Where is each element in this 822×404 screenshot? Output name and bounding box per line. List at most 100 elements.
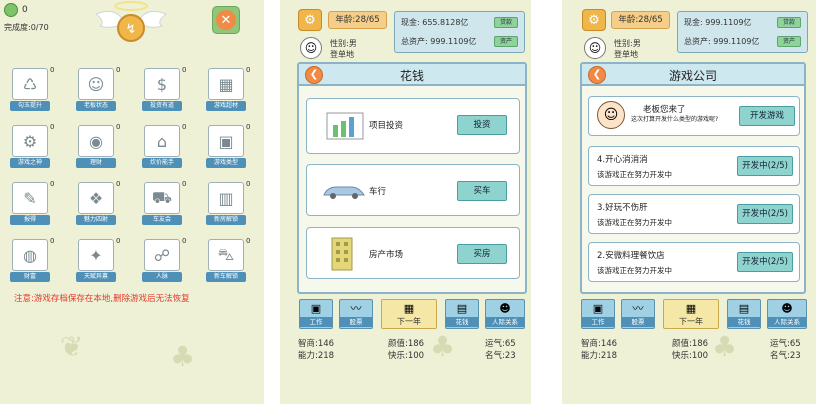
title-bar: ❮ 花钱 <box>299 64 525 86</box>
achievement-label: 游戏超材 <box>206 101 246 111</box>
gear-icon[interactable]: ⚙ <box>298 9 322 31</box>
nav-stocks[interactable]: 〰 股票 <box>339 299 373 329</box>
achievement-item[interactable]: ⚙ 0 游戏之神 <box>10 123 54 171</box>
achievement-item[interactable]: ⛍ 0 新车解锁 <box>206 237 250 285</box>
achievement-item[interactable]: $ 0 投资有道 <box>142 66 186 114</box>
achievement-label: 报得 <box>10 215 50 225</box>
money-box: 现金: 655.8128亿 贷款 总资产: 999.1109亿 资产 <box>394 11 525 53</box>
nav-spend[interactable]: ▤ 花钱 <box>727 299 761 329</box>
project-status: 该游戏正在努力开发中 <box>597 266 672 275</box>
nav-next-year[interactable]: ▦ 下一年 <box>381 299 437 329</box>
briefcase-icon: ▣ <box>310 302 322 315</box>
achievement-item[interactable]: ♺ 0 勾玉提升 <box>10 66 54 114</box>
close-button[interactable]: ✕ <box>212 6 240 34</box>
nav-work[interactable]: ▣ 工作 <box>299 299 333 329</box>
achievement-item[interactable]: ✎ 0 报得 <box>10 180 54 228</box>
investment-card: 项目投资 投资 <box>306 98 520 154</box>
nav-spend-label: 花钱 <box>728 317 760 327</box>
real-estate-card: 房产市场 买房 <box>306 227 520 279</box>
gear-icon[interactable]: ⚙ <box>582 9 606 31</box>
develop-game-button[interactable]: 开发游戏 <box>739 106 795 126</box>
nav-next-year[interactable]: ▦ 下一年 <box>663 299 719 329</box>
developing-button[interactable]: 开发中(2/5) <box>737 156 793 176</box>
achievement-icon: ⚙ <box>12 125 48 157</box>
stat-looks: 颜值:186 <box>672 339 709 349</box>
achievement-item[interactable]: ⌂ 0 炊价能手 <box>142 123 186 171</box>
achievement-count: 0 <box>50 66 55 74</box>
achievement-label: 勾玉提升 <box>10 101 50 111</box>
achievement-count: 0 <box>50 123 55 131</box>
achievement-label: 新房解锁 <box>206 215 246 225</box>
nav-stocks-label: 股票 <box>622 317 654 327</box>
achievement-icon: ☺ <box>78 68 114 100</box>
assets-button[interactable]: 资产 <box>777 36 801 47</box>
achievement-icon: ❖ <box>78 182 114 214</box>
page-title: 游戏公司 <box>668 69 717 83</box>
stat-luck: 运气:65 <box>770 339 801 349</box>
title-bar: ❮ 游戏公司 <box>582 64 804 86</box>
achievement-count: 0 <box>246 123 251 131</box>
achievement-label: 理财 <box>76 158 116 168</box>
game-project-card: 4.开心消消消 该游戏正在努力开发中 开发中(2/5) <box>588 146 800 186</box>
achievement-icon: ▦ <box>208 68 244 100</box>
buy-car-button[interactable]: 买车 <box>457 181 507 201</box>
nav-spend[interactable]: ▤ 花钱 <box>445 299 479 329</box>
achievement-item[interactable]: ☍ 0 人脉 <box>142 237 186 285</box>
nav-stocks-label: 股票 <box>340 317 372 327</box>
nav-work[interactable]: ▣ 工作 <box>581 299 615 329</box>
achievement-item[interactable]: ❖ 0 魅力四射 <box>76 180 120 228</box>
achievement-label: 游戏类型 <box>206 158 246 168</box>
achievement-icon: ⛟ <box>144 182 180 214</box>
buy-house-button[interactable]: 买房 <box>457 244 507 264</box>
achievement-count: 0 <box>182 66 187 74</box>
achievement-item[interactable]: ✦ 0 天赋异禀 <box>76 237 120 285</box>
achievement-count: 0 <box>246 237 251 245</box>
people-icon: ☻ <box>499 302 511 315</box>
achievement-count: 0 <box>50 237 55 245</box>
nav-next-year-label: 下一年 <box>382 317 436 327</box>
achievement-icon: ♺ <box>12 68 48 100</box>
stat-iq: 智商:146 <box>581 339 618 349</box>
boss-greeting: 老板您来了 <box>643 105 686 115</box>
bottom-nav: ▣ 工作 〰 股票 ▦ 下一年 ▤ 花钱 ☻ 人际关系 <box>299 299 525 329</box>
coin-icon <box>4 3 18 17</box>
achievement-count: 0 <box>182 123 187 131</box>
achievement-item[interactable]: ▣ 0 游戏类型 <box>206 123 250 171</box>
achievement-item[interactable]: ▦ 0 游戏超材 <box>206 66 250 114</box>
nav-relations[interactable]: ☻ 人际关系 <box>485 299 525 329</box>
stat-ability: 能力:218 <box>298 351 335 361</box>
loan-button[interactable]: 贷款 <box>494 17 518 28</box>
invest-button[interactable]: 投资 <box>457 115 507 135</box>
stat-happiness: 快乐:100 <box>388 351 425 361</box>
achievement-count: 0 <box>116 180 121 188</box>
achievement-item[interactable]: ▥ 0 新房解锁 <box>206 180 250 228</box>
avatar[interactable]: ☺ <box>300 37 322 59</box>
stat-luck: 运气:65 <box>485 339 516 349</box>
loan-button[interactable]: 贷款 <box>777 17 801 28</box>
cactus-decoration-icon: ♣ <box>430 330 456 363</box>
achievement-item[interactable]: ⛟ 0 车友会 <box>142 180 186 228</box>
achievement-item[interactable]: ◍ 0 财富 <box>10 237 54 285</box>
achievement-item[interactable]: ◉ 0 理财 <box>76 123 120 171</box>
nav-relations-label: 人际关系 <box>486 317 524 327</box>
project-name: 3.好玩不伤肝 <box>597 203 648 213</box>
achievement-count: 0 <box>50 180 55 188</box>
achievement-label: 投资有道 <box>142 101 182 111</box>
avatar[interactable]: ☺ <box>584 37 606 59</box>
achievement-icon: ◉ <box>78 125 114 157</box>
achievement-icon: ▣ <box>208 125 244 157</box>
assets-button[interactable]: 资产 <box>494 36 518 47</box>
spend-money-panel: ⚙ 年龄:28/65 ☺ 性别:男 登单地 现金: 655.8128亿 贷款 总… <box>280 0 531 404</box>
developing-button[interactable]: 开发中(2/5) <box>737 204 793 224</box>
achievement-label: 游戏之神 <box>10 158 50 168</box>
nav-stocks[interactable]: 〰 股票 <box>621 299 655 329</box>
nav-work-label: 工作 <box>300 317 332 327</box>
achievement-item[interactable]: ☺ 0 老板状态 <box>76 66 120 114</box>
car-icon <box>323 186 365 199</box>
stat-fame: 名气:23 <box>770 351 801 361</box>
achievements-panel: 0 完成度:0/70 ↯ ✕ ♺ 0 勾玉提升 ☺ 0 老板状态 $ 0 投资有… <box>0 0 264 404</box>
achievement-count: 0 <box>246 66 251 74</box>
developing-button[interactable]: 开发中(2/5) <box>737 252 793 272</box>
achievement-icon: ✎ <box>12 182 48 214</box>
nav-relations[interactable]: ☻ 人际关系 <box>767 299 807 329</box>
